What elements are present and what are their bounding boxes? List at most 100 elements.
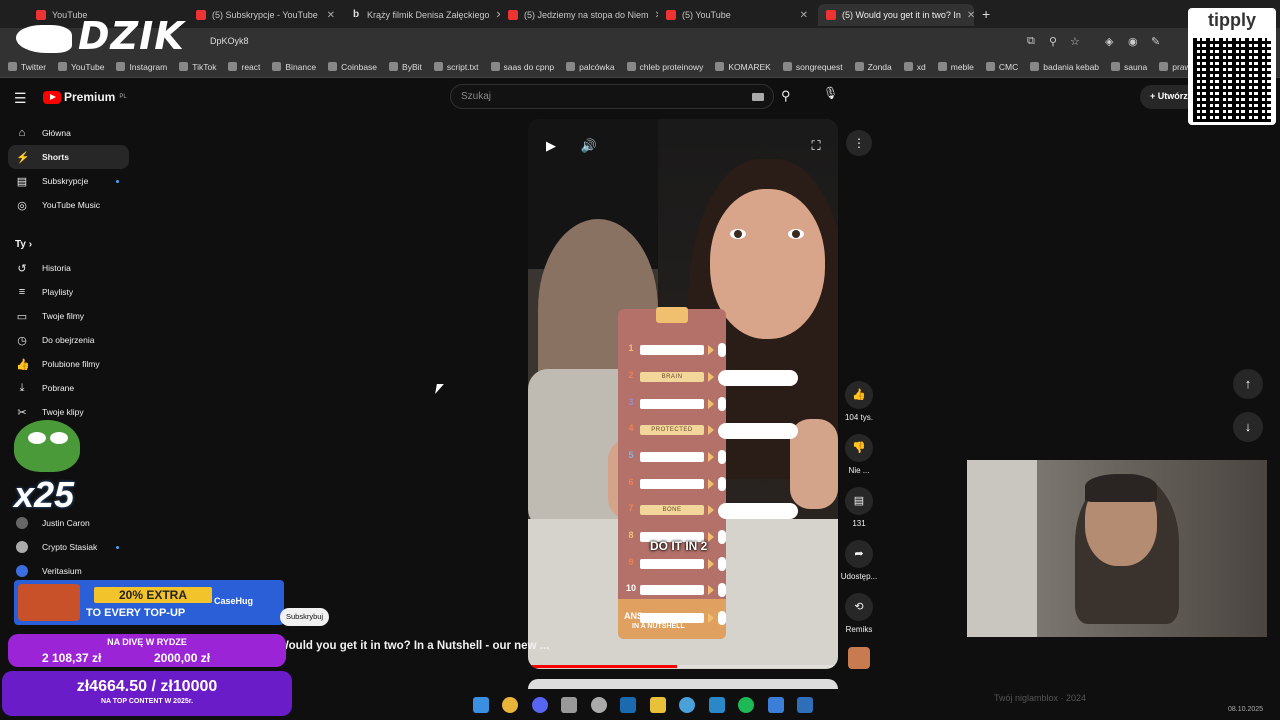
bookmark-icon <box>8 62 17 71</box>
folder-icon[interactable] <box>649 697 666 713</box>
bookmark-item[interactable]: react <box>228 62 260 72</box>
browser-tab[interactable]: (5) YouTube ✕ <box>658 4 816 26</box>
sidebar-item-history[interactable]: ↺ Historia <box>8 256 129 280</box>
close-tab-icon[interactable]: ✕ <box>327 10 335 21</box>
short-title[interactable]: Would you get it in two? In a Nutshell -… <box>278 640 549 652</box>
spotify-icon[interactable] <box>738 697 755 713</box>
bookmark-item[interactable]: Zonda <box>854 62 892 72</box>
bookmark-item[interactable]: Binance <box>272 62 316 72</box>
app-icon[interactable] <box>679 697 696 713</box>
bookmark-item[interactable]: Twitter <box>8 62 46 72</box>
notes-icon[interactable] <box>767 697 784 713</box>
bookmark-item[interactable]: Instagram <box>116 62 167 72</box>
extension-icon[interactable]: ✎ <box>1151 35 1160 48</box>
comments-button[interactable]: ▤ 131 <box>838 487 880 528</box>
star-icon[interactable]: ☆ <box>1070 35 1080 48</box>
sidebar-item-clips[interactable]: ✂ Twoje klipy <box>8 400 129 424</box>
youtube-logo[interactable]: Premium PL <box>43 90 127 104</box>
menu-icon[interactable]: ☰ <box>14 90 27 107</box>
browser-tab[interactable]: (5) Jedziemy na stopa do Niem✕ <box>500 4 658 26</box>
sidebar-item-liked[interactable]: 👍 Polubione filmy <box>8 352 129 376</box>
search-input[interactable]: Szukaj <box>450 84 774 109</box>
bookmark-icon <box>1030 62 1040 71</box>
bookmark-item[interactable]: TikTok <box>179 62 216 72</box>
volume-icon[interactable]: 🔊 <box>577 134 601 158</box>
bookmark-item[interactable]: saas do cpnp <box>490 62 554 72</box>
row-slot: PROTECTED <box>640 425 704 435</box>
bookmark-icon <box>782 62 792 71</box>
app-icon[interactable] <box>797 697 814 713</box>
extension-icon[interactable]: ◉ <box>1128 35 1138 48</box>
bookmark-item[interactable]: CMC <box>985 62 1018 72</box>
bookmark-item[interactable]: Coinbase <box>328 62 377 72</box>
board-top <box>656 307 688 323</box>
fullscreen-icon[interactable]: ⛶ <box>804 134 828 158</box>
sidebar-item-downloads[interactable]: ⤓ Pobrane <box>8 376 129 400</box>
taskbar <box>466 692 820 718</box>
row-slot <box>640 452 704 462</box>
bookmark-item[interactable]: palcówka <box>566 62 615 72</box>
zoom-icon[interactable]: ⚲ <box>1049 35 1057 48</box>
bookmark-item[interactable]: meble <box>937 62 974 72</box>
browser-tab[interactable]: b Krąży filmik Denisa Załęckiego ✕ <box>343 4 500 26</box>
bookmark-item[interactable]: chleb proteinowy <box>626 62 703 72</box>
discord-icon[interactable] <box>531 697 548 713</box>
app-icon[interactable] <box>590 697 607 713</box>
bookmark-item[interactable]: ByBit <box>389 62 422 72</box>
subscribe-button[interactable]: Subskrybuj <box>280 608 330 626</box>
new-content-dot <box>116 545 119 549</box>
sidebar-item-watch-later[interactable]: ◷ Do obejrzenia <box>8 328 129 352</box>
close-tab-icon[interactable]: ✕ <box>967 10 974 21</box>
sidebar-item-your-videos[interactable]: ▭ Twoje filmy <box>8 304 129 328</box>
boar-icon <box>16 24 72 53</box>
sidebar-item-shorts[interactable]: ⚡ Shorts <box>8 145 129 169</box>
dislike-button[interactable]: 👎 Nie ... <box>838 434 880 475</box>
bookmark-item[interactable]: sauna <box>1111 62 1147 72</box>
short-video-player[interactable]: 1 2 BRAIN 3 4 PROTECTED 5 6 7 BONE 8 9 10 ANS DO IT I… <box>528 119 838 669</box>
chrome-icon[interactable] <box>502 697 519 713</box>
app-icon[interactable] <box>561 697 578 713</box>
sidebar-item-home[interactable]: ⌂ Główna <box>8 121 129 145</box>
bookmark-item[interactable]: YouTube <box>58 62 104 72</box>
search-icon[interactable]: ⚲ <box>781 88 791 104</box>
sidebar-item-playlists[interactable]: ≡ Playlisty <box>8 280 129 304</box>
row-arrow <box>708 452 714 462</box>
row-number: 4 <box>628 423 634 433</box>
keyboard-icon[interactable] <box>752 93 764 101</box>
app-icon[interactable] <box>708 697 725 713</box>
donation-goal: NA DIVĘ W RYDZE 2 108,37 zł 2000,00 zł <box>8 634 286 667</box>
you-section-title[interactable]: Ty › <box>15 239 32 250</box>
bookmark-item[interactable]: badania kebab <box>1030 62 1099 72</box>
url-field[interactable]: DpKOyk8 <box>210 36 249 46</box>
sidebar-item-music[interactable]: ◎ YouTube Music <box>8 193 129 217</box>
home-icon: ⌂ <box>18 127 26 139</box>
sound-thumbnail[interactable] <box>848 647 870 669</box>
sidebar-item-subscriptions[interactable]: ▤ Subskrypcje <box>8 169 129 193</box>
like-button[interactable]: 👍 104 tys. <box>838 381 880 422</box>
remix-button[interactable]: ⟲ Remiks <box>838 593 880 634</box>
bookmark-item[interactable]: songrequest <box>782 62 843 72</box>
music-icon: ◎ <box>17 199 27 212</box>
row-arrow <box>708 559 714 569</box>
next-short-preview[interactable] <box>528 679 838 689</box>
mic-icon[interactable]: 🎙 <box>823 86 839 106</box>
extension-icon[interactable]: ◈ <box>1105 35 1113 48</box>
windows-icon[interactable] <box>472 697 489 713</box>
steam-icon[interactable] <box>620 697 637 713</box>
next-short-button[interactable]: ↓ <box>1233 412 1263 442</box>
previous-short-button[interactable]: ↑ <box>1233 369 1263 399</box>
bookmark-item[interactable]: KOMAREK <box>715 62 771 72</box>
bookmark-item[interactable]: xd <box>903 62 926 72</box>
progress-bar[interactable] <box>528 665 838 668</box>
close-tab-icon[interactable]: ✕ <box>800 10 808 21</box>
sidebar-subscription[interactable]: Crypto Stasiak <box>8 535 129 559</box>
more-options-icon[interactable]: ⋮ <box>846 130 872 156</box>
install-icon[interactable]: ⧉ <box>1027 35 1035 48</box>
browser-tab-active[interactable]: (5) Would you get it in two? In ✕ <box>818 4 974 26</box>
bookmark-item[interactable]: script.txt <box>433 62 479 72</box>
clock: 08.10.2025 <box>1228 706 1264 713</box>
share-button[interactable]: ➦ Udostęp... <box>838 540 880 581</box>
browser-tab[interactable]: (5) Subskrypcje - YouTube ✕ <box>188 4 343 26</box>
new-tab-icon[interactable]: + <box>982 6 990 22</box>
play-icon[interactable]: ▶ <box>539 134 563 158</box>
